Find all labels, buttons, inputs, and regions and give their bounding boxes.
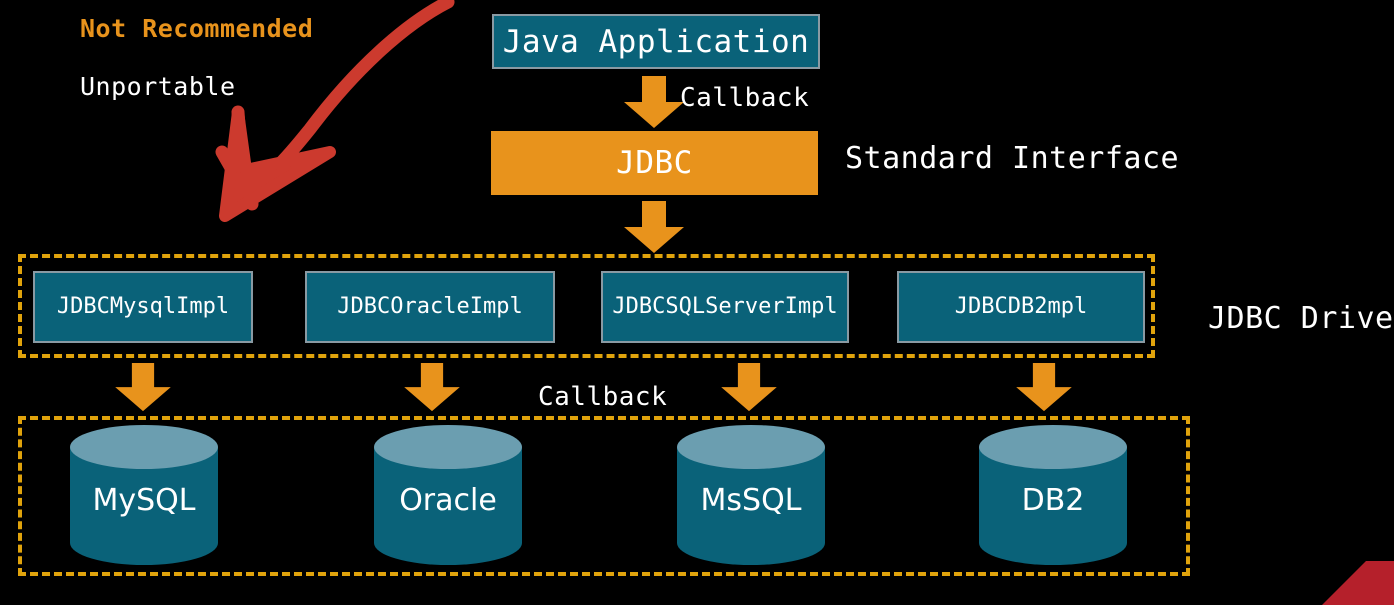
driver-label: JDBCSQLServerImpl bbox=[612, 294, 838, 320]
diagram-canvas: Not Recommended Unportable Java Applicat… bbox=[0, 0, 1394, 605]
database-label: DB2 bbox=[1021, 483, 1085, 518]
driver-label: JDBCMysqlImpl bbox=[56, 294, 230, 320]
arrow-jdbc-to-drivers bbox=[622, 201, 686, 255]
arrow-driver-to-mssql bbox=[719, 363, 779, 413]
database-node-db2[interactable]: DB2 bbox=[977, 425, 1129, 565]
driver-node-sqlserver[interactable]: JDBCSQLServerImpl bbox=[601, 271, 849, 343]
jdbc-driver-side-label: JDBC Driver bbox=[1208, 301, 1394, 336]
callback-label-bottom: Callback bbox=[538, 382, 668, 412]
jdbc-node[interactable]: JDBC bbox=[491, 131, 818, 195]
java-application-node[interactable]: Java Application bbox=[492, 14, 820, 69]
standard-interface-label: Standard Interface bbox=[845, 141, 1180, 176]
not-recommended-label: Not Recommended bbox=[80, 14, 314, 43]
corner-decoration bbox=[1322, 561, 1394, 605]
database-label: Oracle bbox=[399, 483, 497, 518]
database-node-mssql[interactable]: MsSQL bbox=[675, 425, 827, 565]
jdbc-label: JDBC bbox=[616, 145, 693, 181]
arrow-app-to-jdbc bbox=[622, 76, 686, 130]
arrow-driver-to-oracle bbox=[402, 363, 462, 413]
driver-node-db2[interactable]: JDBCDB2mpl bbox=[897, 271, 1145, 343]
arrow-driver-to-db2 bbox=[1014, 363, 1074, 413]
database-label: MsSQL bbox=[700, 483, 802, 518]
database-node-oracle[interactable]: Oracle bbox=[372, 425, 524, 565]
database-label: MySQL bbox=[92, 483, 196, 518]
callback-label-top: Callback bbox=[680, 83, 810, 113]
java-application-label: Java Application bbox=[502, 23, 810, 60]
driver-label: JDBCDB2mpl bbox=[954, 294, 1088, 320]
database-node-mysql[interactable]: MySQL bbox=[68, 425, 220, 565]
arrow-driver-to-mysql bbox=[113, 363, 173, 413]
driver-node-oracle[interactable]: JDBCOracleImpl bbox=[305, 271, 555, 343]
driver-label: JDBCOracleImpl bbox=[337, 294, 523, 320]
driver-node-mysql[interactable]: JDBCMysqlImpl bbox=[33, 271, 253, 343]
unportable-label: Unportable bbox=[80, 72, 236, 101]
